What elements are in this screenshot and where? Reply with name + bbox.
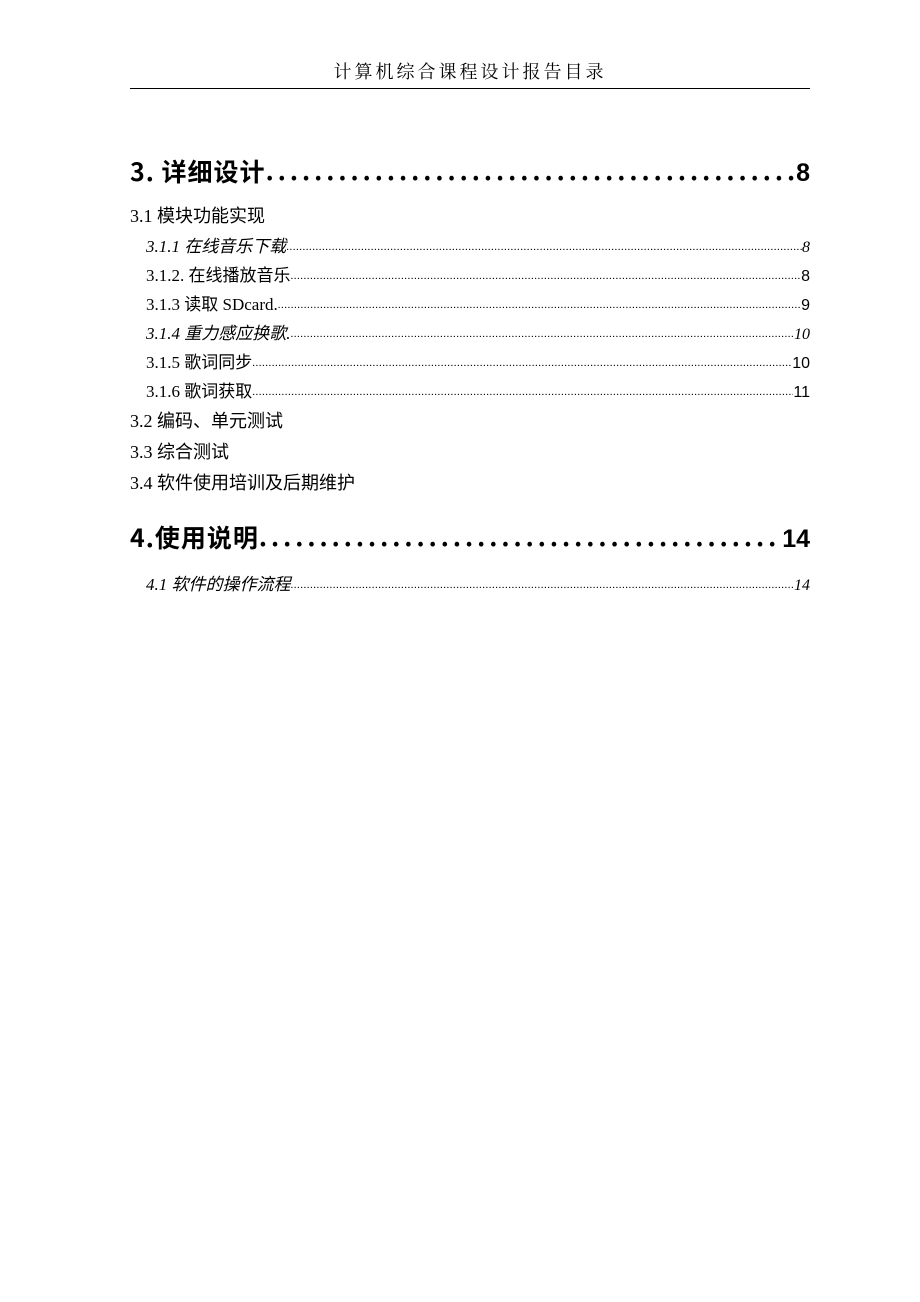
toc-h1-title: 4.使用说明 [130,519,259,557]
toc-h3-title: 4.1 软件的操作流程 [146,572,291,598]
toc-h2-row: 3.1 模块功能实现 [130,203,810,230]
toc-leader-dots: ........................................… [291,268,802,285]
toc-h2-row: 3.4 软件使用培训及后期维护 [130,470,810,497]
toc-leader-dots: ........................................… [266,152,797,190]
toc-leader-dots: ........................................… [291,577,795,594]
document-page: 计算机综合课程设计报告目录 3. 详细设计 ..................… [0,0,920,1302]
toc-h3-page: 8 [801,265,810,289]
toc-h1-title: 3. 详细设计 [130,153,266,191]
page-header: 计算机综合课程设计报告目录 [130,58,810,89]
toc-leader-dots: ........................................… [291,326,795,343]
toc-h3-row: 3.1.3 读取 SDcard. .......................… [146,292,810,318]
toc-h3-row: 4.1 软件的操作流程 ............................… [146,572,810,598]
toc-h3-page: 14 [794,574,810,598]
toc-h3-title: 3.1.1 在线音乐下载 [146,234,286,260]
header-rule [130,88,810,89]
toc-h2-title: 3.1 模块功能实现 [130,203,265,230]
toc-h3-title: 3.1.3 读取 SDcard. [146,292,278,318]
toc-h3-title: 3.1.5 歌词同步 [146,350,252,376]
toc-h3-title: 3.1.6 歌词获取 [146,379,252,405]
toc-h2-row: 3.2 编码、单元测试 [130,408,810,435]
toc-h3-row: 3.1.1 在线音乐下载 ...........................… [146,234,810,260]
toc-h2-title: 3.4 软件使用培训及后期维护 [130,470,355,497]
toc-leader-dots: ........................................… [278,297,801,314]
toc-h3-row: 3.1.6 歌词获取 .............................… [146,379,810,405]
toc-h1-row: 4.使用说明 .................................… [130,519,810,559]
toc-h3-page: 9 [801,294,810,318]
toc-h3-title: 3.1.2. 在线播放音乐 [146,263,291,289]
header-title-text: 计算机综合课程设计报告目录 [130,58,810,88]
toc-leader-dots: ........................................… [286,239,802,256]
toc-h3-page: 10 [794,323,810,347]
toc-h1-row: 3. 详细设计 ................................… [130,153,810,193]
toc-leader-dots: ........................................… [252,355,792,372]
toc-h2-title: 3.3 综合测试 [130,439,229,466]
toc-h3-page: 11 [793,381,810,405]
table-of-contents: 3. 详细设计 ................................… [130,153,810,598]
toc-h1-page: 8 [796,155,810,193]
toc-h2-row: 3.3 综合测试 [130,439,810,466]
toc-h3-page: 10 [792,352,810,376]
toc-leader-dots: ........................................… [259,518,782,556]
toc-h3-row: 3.1.5 歌词同步 .............................… [146,350,810,376]
toc-h3-title: 3.1.4 重力感应换歌. [146,321,291,347]
toc-h2-title: 3.2 编码、单元测试 [130,408,283,435]
toc-h3-row: 3.1.4 重力感应换歌. ..........................… [146,321,810,347]
toc-h3-row: 3.1.2. 在线播放音乐 ..........................… [146,263,810,289]
toc-leader-dots: ........................................… [252,384,793,401]
toc-h3-page: 8 [802,236,810,260]
toc-h1-page: 14 [782,521,810,559]
